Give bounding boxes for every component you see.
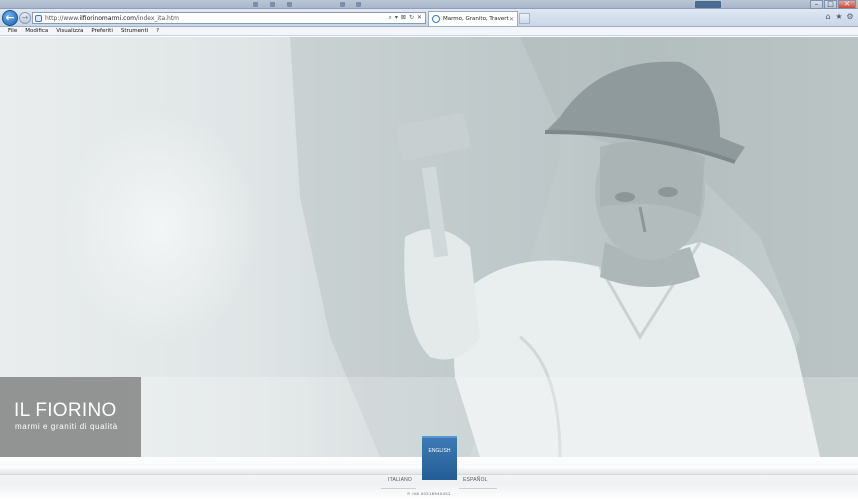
window-controls: – □ ✕: [810, 0, 856, 9]
close-tab-icon[interactable]: ✕: [509, 16, 517, 23]
close-window-button[interactable]: ✕: [838, 0, 856, 9]
dropdown-icon[interactable]: ▾: [395, 14, 398, 22]
address-tools: ⌕ ▾ ⊠ ↻ ✕: [389, 14, 425, 22]
vat-number: P. IVA 00518940452: [407, 491, 451, 496]
refresh-icon[interactable]: ↻: [409, 14, 414, 22]
web-page: IL FIORINO marmi e graniti di qualità IT…: [0, 37, 858, 500]
maximize-button[interactable]: □: [824, 0, 837, 9]
address-url[interactable]: http://www.ilfiorinomarmi.com/index_ita.…: [45, 15, 179, 22]
url-path: /index_ita.htm: [135, 14, 180, 22]
back-button[interactable]: ←: [2, 10, 18, 26]
logo-box[interactable]: IL FIORINO marmi e graniti di qualità: [0, 377, 141, 457]
toolbar-icon[interactable]: [270, 2, 275, 7]
page-icon: [35, 14, 42, 22]
gear-icon[interactable]: ⚙: [846, 13, 854, 21]
taskbar-button[interactable]: [695, 1, 721, 8]
menu-visualizza[interactable]: Visualizza: [56, 27, 83, 36]
logo-title: IL FIORINO: [14, 400, 117, 421]
menu-strumenti[interactable]: Strumenti: [121, 27, 148, 36]
home-icon[interactable]: ⌂: [824, 13, 832, 21]
taskbar-strip: – □ ✕: [0, 0, 858, 9]
underline: [381, 488, 416, 489]
logo-subtitle: marmi e graniti di qualità: [15, 422, 118, 431]
browser-window: – □ ✕ ← → http://www.ilfiorinomarmi.com/…: [0, 0, 858, 500]
minimize-button[interactable]: –: [810, 0, 823, 9]
menu-modifica[interactable]: Modifica: [25, 27, 48, 36]
browser-tab[interactable]: Marmo, Granito, Travertino... ✕: [428, 11, 518, 26]
stop-icon[interactable]: ✕: [417, 14, 422, 22]
forward-button[interactable]: →: [19, 12, 31, 24]
compatibility-icon[interactable]: ⊠: [401, 14, 406, 22]
navigation-bar: ← → http://www.ilfiorinomarmi.com/index_…: [0, 9, 858, 27]
address-bar[interactable]: http://www.ilfiorinomarmi.com/index_ita.…: [32, 12, 426, 24]
toolbar-icon[interactable]: [287, 2, 292, 7]
url-prefix: http://www.: [45, 14, 80, 22]
new-tab-button[interactable]: [519, 13, 530, 24]
menu-preferiti[interactable]: Preferiti: [91, 27, 113, 36]
ie-icon: [432, 15, 440, 23]
search-icon[interactable]: ⌕: [389, 14, 392, 22]
menu-bar: File Modifica Visualizza Preferiti Strum…: [0, 27, 858, 36]
menu-help[interactable]: ?: [156, 27, 159, 36]
menu-file[interactable]: File: [8, 27, 17, 36]
hero-photo: IL FIORINO marmi e graniti di qualità: [0, 37, 858, 457]
tab-title: Marmo, Granito, Travertino...: [443, 16, 509, 22]
language-english-active[interactable]: ENGLISH: [422, 436, 457, 480]
toolbar-icon[interactable]: [340, 2, 345, 7]
language-italiano[interactable]: ITALIANO: [388, 477, 412, 483]
underline: [459, 488, 497, 489]
toolbar-icon[interactable]: [356, 2, 361, 7]
toolbar-icon[interactable]: [253, 2, 258, 7]
url-domain: ilfiorinomarmi.com: [79, 14, 136, 22]
favorites-icon[interactable]: ★: [835, 13, 843, 21]
language-english: ENGLISH: [428, 448, 451, 454]
language-espanol[interactable]: ESPAÑOL: [463, 477, 488, 483]
